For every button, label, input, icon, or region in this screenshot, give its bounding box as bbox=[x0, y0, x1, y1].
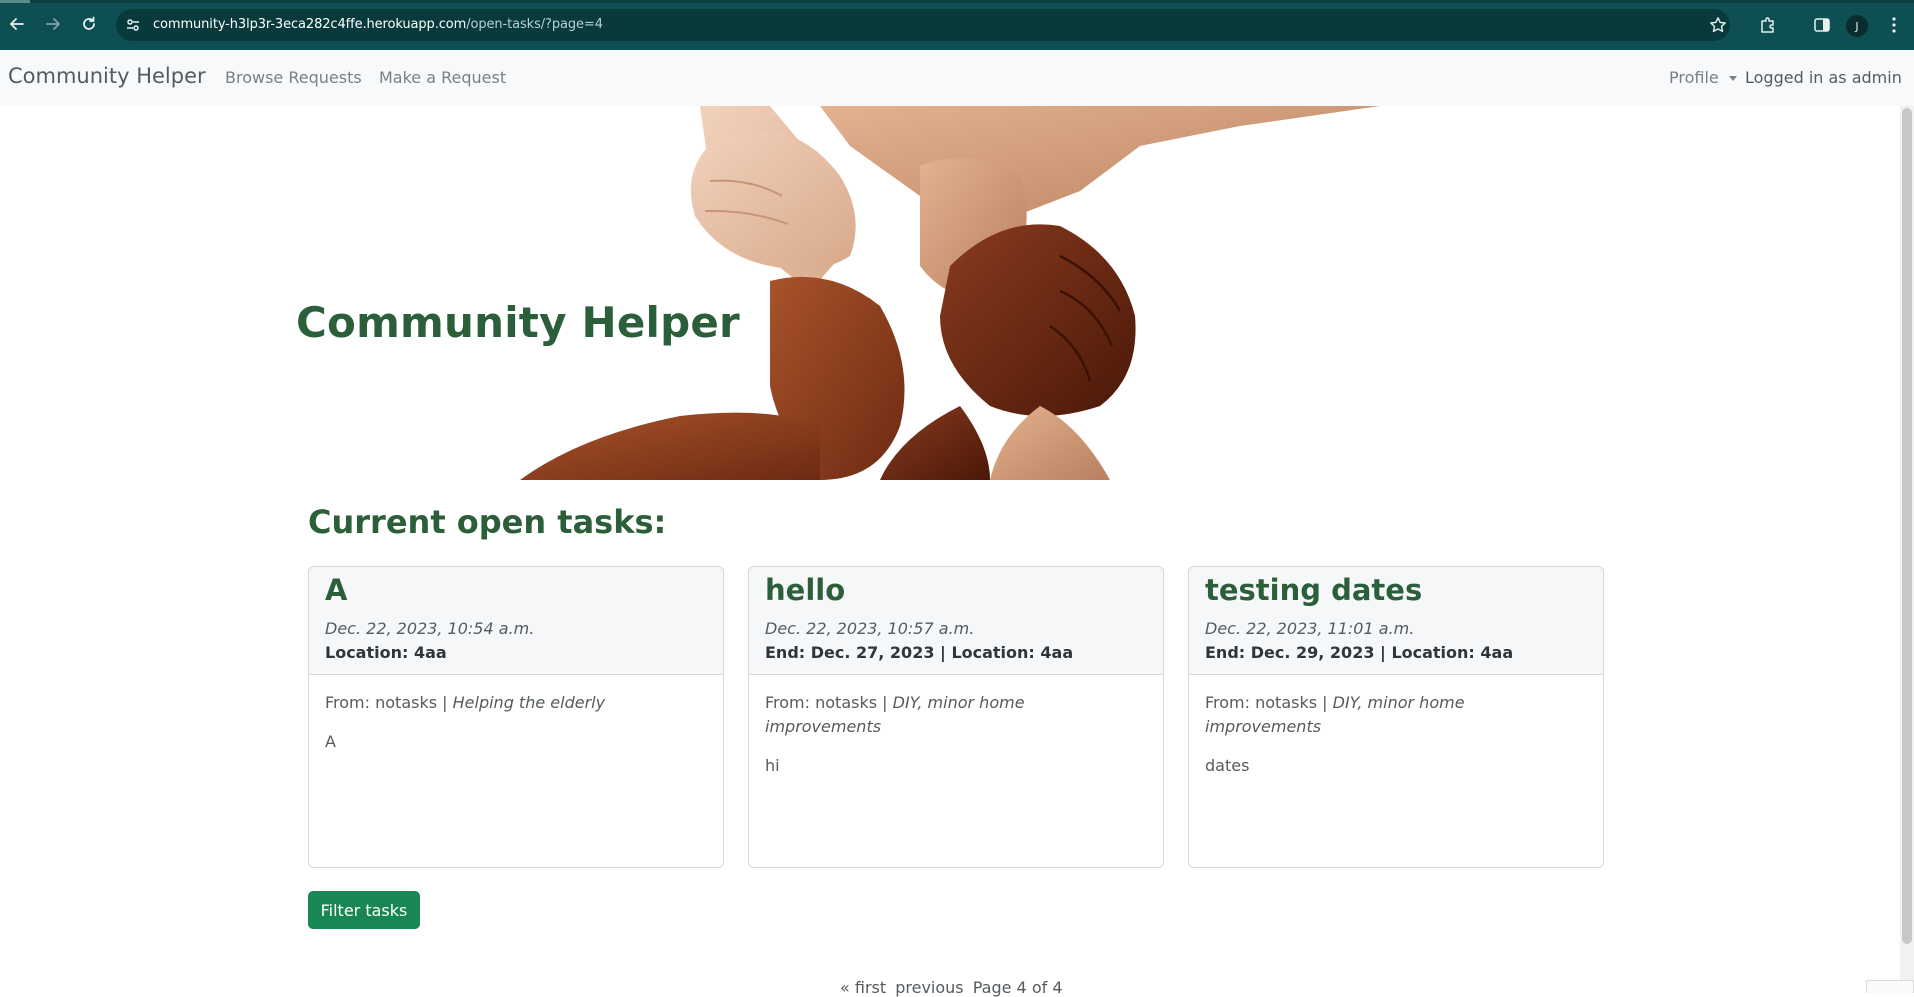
card-header: A Dec. 22, 2023, 10:54 a.m. Location: 4a… bbox=[309, 567, 723, 675]
kebab-menu-icon[interactable] bbox=[1882, 13, 1906, 37]
extensions-icon[interactable] bbox=[1756, 13, 1780, 37]
card-location: End: Dec. 29, 2023 | Location: 4aa bbox=[1205, 643, 1514, 662]
card-date: Dec. 22, 2023, 10:57 a.m. bbox=[765, 619, 975, 638]
card-from: From: notasks | Helping the elderly bbox=[325, 691, 685, 715]
reload-icon[interactable] bbox=[78, 13, 100, 35]
url-host: community-h3lp3r-3eca282c4ffe.herokuapp.… bbox=[153, 17, 467, 32]
card-header: hello Dec. 22, 2023, 10:57 a.m. End: Dec… bbox=[749, 567, 1163, 675]
hero-title: Community Helper bbox=[296, 298, 740, 347]
nav-link-browse-requests[interactable]: Browse Requests bbox=[225, 68, 362, 87]
tab-strip bbox=[0, 0, 1914, 3]
logged-in-status: Logged in as admin bbox=[1745, 68, 1902, 87]
card-date: Dec. 22, 2023, 10:54 a.m. bbox=[325, 619, 535, 638]
filter-tasks-button[interactable]: Filter tasks bbox=[308, 891, 420, 929]
url-text[interactable]: community-h3lp3r-3eca282c4ffe.herokuapp.… bbox=[153, 17, 603, 32]
task-card[interactable]: A Dec. 22, 2023, 10:54 a.m. Location: 4a… bbox=[308, 566, 724, 868]
card-category: Helping the elderly bbox=[452, 693, 606, 712]
nav-link-make-request[interactable]: Make a Request bbox=[379, 68, 506, 87]
url-path: /open-tasks/?page=4 bbox=[466, 17, 603, 32]
pagination-first-link[interactable]: « first bbox=[840, 978, 886, 997]
bookmark-star-icon[interactable] bbox=[1706, 13, 1730, 37]
card-description: hi bbox=[765, 756, 780, 775]
card-from-user: From: notasks | bbox=[325, 693, 453, 712]
caret-down-icon[interactable] bbox=[1729, 76, 1737, 81]
card-title[interactable]: hello bbox=[765, 573, 845, 607]
card-date: Dec. 22, 2023, 11:01 a.m. bbox=[1205, 619, 1415, 638]
task-card[interactable]: hello Dec. 22, 2023, 10:57 a.m. End: Dec… bbox=[748, 566, 1164, 868]
card-from: From: notasks | DIY, minor home improvem… bbox=[765, 691, 1125, 739]
card-header: testing dates Dec. 22, 2023, 11:01 a.m. … bbox=[1189, 567, 1603, 675]
pagination-previous-link[interactable]: previous bbox=[895, 978, 963, 997]
site-settings-icon[interactable] bbox=[122, 14, 144, 36]
scrollbar-thumb[interactable] bbox=[1902, 108, 1912, 944]
task-card[interactable]: testing dates Dec. 22, 2023, 11:01 a.m. … bbox=[1188, 566, 1604, 868]
browser-toolbar: community-h3lp3r-3eca282c4ffe.herokuapp.… bbox=[0, 0, 1914, 50]
card-description: A bbox=[325, 732, 336, 751]
navbar-brand[interactable]: Community Helper bbox=[8, 64, 206, 88]
active-tab-indicator[interactable] bbox=[0, 0, 30, 3]
card-title[interactable]: testing dates bbox=[1205, 573, 1422, 607]
card-description: dates bbox=[1205, 756, 1250, 775]
card-location: Location: 4aa bbox=[325, 643, 447, 662]
card-from-user: From: notasks | bbox=[765, 693, 893, 712]
page-corner-widget bbox=[1866, 980, 1914, 993]
pagination-page-info: Page 4 of 4 bbox=[972, 978, 1063, 997]
card-title[interactable]: A bbox=[325, 573, 347, 607]
card-from-user: From: notasks | bbox=[1205, 693, 1333, 712]
section-title: Current open tasks: bbox=[308, 503, 667, 541]
side-panel-icon[interactable] bbox=[1810, 13, 1834, 37]
forward-arrow-icon[interactable] bbox=[42, 13, 64, 35]
back-arrow-icon[interactable] bbox=[6, 13, 28, 35]
hero-hands-image bbox=[520, 106, 1380, 480]
card-from: From: notasks | DIY, minor home improvem… bbox=[1205, 691, 1565, 739]
profile-dropdown[interactable]: Profile bbox=[1669, 68, 1719, 87]
profile-avatar[interactable]: J bbox=[1846, 15, 1868, 37]
card-location: End: Dec. 27, 2023 | Location: 4aa bbox=[765, 643, 1074, 662]
pagination: « first previous Page 4 of 4 bbox=[840, 978, 1067, 997]
